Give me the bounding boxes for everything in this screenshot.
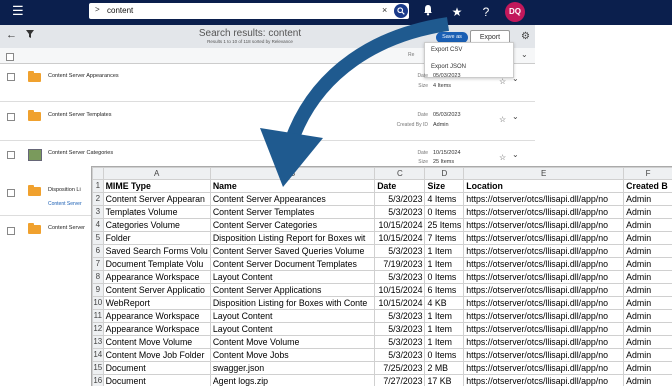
curved-arrow — [0, 0, 672, 385]
